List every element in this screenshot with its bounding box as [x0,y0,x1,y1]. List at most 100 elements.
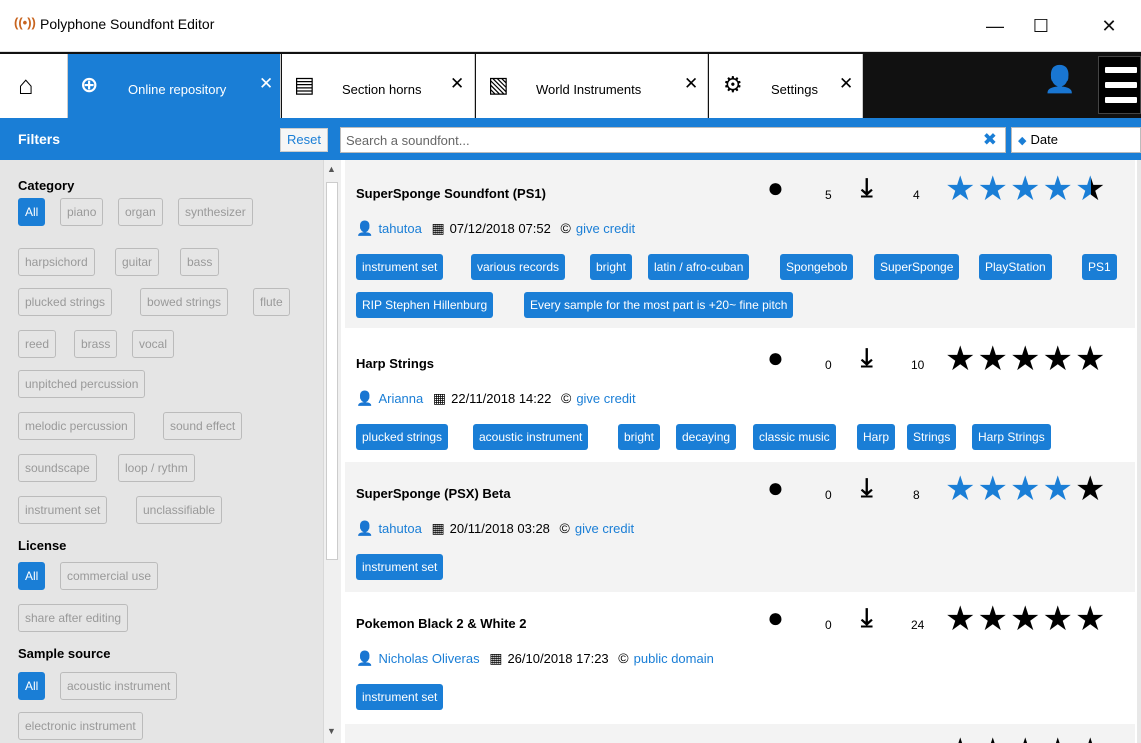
soundfont-name[interactable]: SuperSponge Soundfont (PS1) [356,186,546,201]
download-icon[interactable]: ⤓ [861,474,873,500]
tag[interactable]: RIP Stephen Hillenburg [356,292,494,318]
category-chip[interactable]: loop / rythm [118,454,195,482]
close-tab-icon[interactable]: ✕ [259,74,273,94]
category-chip[interactable]: reed [18,330,57,358]
tag[interactable]: latin / afro-cuban [648,254,750,280]
soundfont-name[interactable]: SuperSponge (PSX) Beta [356,486,511,501]
star-icon: ★ [1009,340,1043,378]
tag[interactable]: various records [471,254,566,280]
soundfont-card[interactable]: SuperSponge (PSX) Beta ● 0 ⤓ 8 ★★★★★ 👤 ta… [345,462,1135,592]
tag[interactable]: instrument set [356,254,444,280]
category-chip[interactable]: plucked strings [18,288,113,316]
soundfont-card[interactable]: SuperSponge Soundfont (PS1) ● 5 ⤓ 4 ★★★★… [345,160,1135,328]
tag[interactable]: decaying [676,424,737,450]
license-link[interactable]: give credit [576,221,635,236]
category-chip[interactable]: flute [253,288,290,316]
category-chip[interactable]: soundscape [18,454,97,482]
star-icon: ★ [945,170,978,208]
category-chip[interactable]: brass [74,330,118,358]
category-chip-all[interactable]: All [18,198,46,226]
author-link[interactable]: Arianna [378,391,423,406]
tag[interactable]: Harp Strings [972,424,1051,450]
tag[interactable]: SuperSponge [874,254,960,280]
sidebar-scrollbar[interactable]: ▲ ▼ [323,160,340,743]
sort-select[interactable]: ◆ Date [1011,127,1141,153]
star-icon: ★ [1074,170,1108,208]
tab-world-instruments[interactable]: ▧ World Instruments ✕ [476,54,708,118]
category-chip[interactable]: instrument set [18,496,108,524]
search-input[interactable] [341,128,971,152]
close-tab-icon[interactable]: ✕ [684,74,698,94]
tag[interactable]: PlayStation [979,254,1052,280]
category-chip[interactable]: piano [60,198,104,226]
tag[interactable]: Strings [907,424,957,450]
license-chip-all[interactable]: All [18,562,46,590]
tag[interactable]: Harp [857,424,896,450]
license-chip[interactable]: share after editing [18,604,129,632]
maximize-button[interactable]: ☐ [1018,8,1064,44]
license-chip[interactable]: commercial use [60,562,159,590]
tag[interactable]: classic music [753,424,836,450]
soundfont-card[interactable]: Pokemon Black 2 & White 2 ● 0 ⤓ 24 ★★★★★… [345,592,1135,724]
tab-section-horns[interactable]: ▤ Section horns ✕ [282,54,475,118]
license-link[interactable]: public domain [634,651,714,666]
tab-online-repository[interactable]: ⊕ Online repository ✕ [68,54,281,118]
author-link[interactable]: Nicholas Oliveras [378,651,479,666]
soundfont-name[interactable]: Harp Strings [356,356,434,371]
close-tab-icon[interactable]: ✕ [450,74,464,94]
star-icon: ★ [1074,340,1108,378]
category-chip[interactable]: synthesizer [178,198,253,226]
tab-settings[interactable]: ⚙ Settings ✕ [709,54,863,118]
tag[interactable]: bright [618,424,661,450]
author-link[interactable]: tahutoa [378,221,421,236]
scroll-down-icon[interactable]: ▼ [327,726,336,736]
tag[interactable]: instrument set [356,554,444,580]
download-icon[interactable]: ⤓ [861,604,873,630]
soundfont-card[interactable]: Harp Strings ● 0 ⤓ 10 ★★★★★ 👤 Arianna ▦ 22… [345,328,1135,462]
sample-chip-all[interactable]: All [18,672,46,700]
tab-home[interactable]: ⌂ [0,54,68,118]
sample-chip[interactable]: acoustic instrument [60,672,178,700]
clear-search-icon[interactable]: ✖ [983,130,997,150]
tag[interactable]: PS1 [1082,254,1117,280]
list-scrollbar[interactable] [1137,160,1141,743]
author-link[interactable]: tahutoa [378,521,421,536]
sample-chip[interactable]: electronic instrument [18,712,143,740]
minimize-button[interactable]: — [972,8,1018,44]
category-chip[interactable]: organ [118,198,163,226]
category-chip[interactable]: melodic percussion [18,412,135,440]
license-link[interactable]: give credit [575,521,634,536]
scroll-up-icon[interactable]: ▲ [327,164,336,174]
license-link[interactable]: give credit [576,391,635,406]
menu-icon[interactable] [1098,56,1141,114]
download-icon[interactable]: ⤓ [861,174,873,200]
star-icon: ★ [945,470,978,508]
tag[interactable]: Every sample for the most part is +20~ f… [524,292,794,318]
soundfont-card[interactable]: ★★★★★ [345,724,1135,743]
category-chip[interactable]: harpsichord [18,248,95,276]
category-chip[interactable]: bass [180,248,220,276]
user-icon[interactable]: 👤 [1040,64,1080,104]
category-chip[interactable]: vocal [132,330,175,358]
close-window-button[interactable]: ✕ [1086,8,1132,44]
scrollbar-thumb[interactable] [326,182,338,560]
category-chip[interactable]: bowed strings [140,288,229,316]
category-chip[interactable]: unclassifiable [136,496,223,524]
user-icon: 👤 [356,520,374,536]
upload-date: 20/11/2018 03:28 [449,521,550,536]
tag[interactable]: bright [590,254,633,280]
tag[interactable]: plucked strings [356,424,449,450]
category-chip[interactable]: sound effect [163,412,243,440]
close-tab-icon[interactable]: ✕ [839,74,853,94]
tab-label: World Instruments [536,82,642,97]
tag[interactable]: instrument set [356,684,444,710]
gears-icon: ⚙ [723,72,743,97]
calendar-icon: ▦ [431,520,445,536]
reset-button[interactable]: Reset [280,128,328,152]
tag[interactable]: Spongebob [780,254,854,280]
category-chip[interactable]: guitar [115,248,160,276]
soundfont-name[interactable]: Pokemon Black 2 & White 2 [356,616,527,631]
category-chip[interactable]: unpitched percussion [18,370,146,398]
download-icon[interactable]: ⤓ [861,344,873,370]
tag[interactable]: acoustic instrument [473,424,589,450]
